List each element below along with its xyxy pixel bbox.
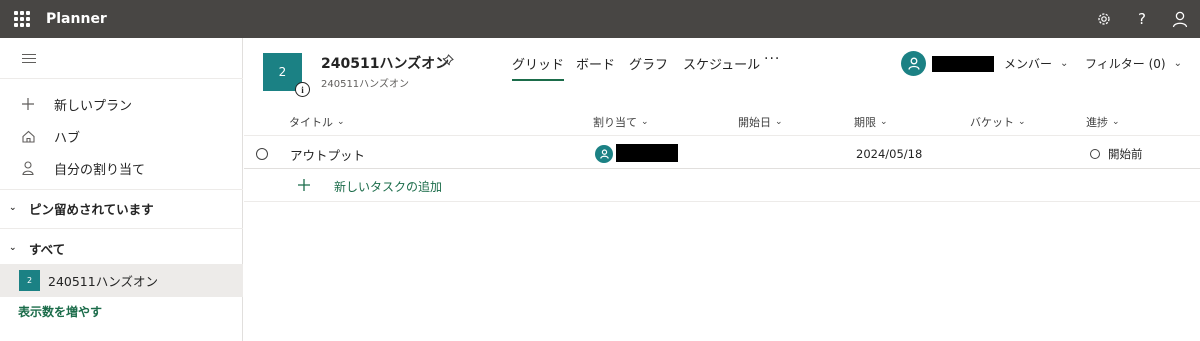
app-header: Planner ? (0, 0, 1200, 38)
grid-header: タイトル ⌄ 割り当て ⌄ 開始日 ⌄ 期限 ⌄ バケット ⌄ 進捗 ⌄ (244, 108, 1200, 136)
sidebar-item-hub[interactable]: ハブ (0, 121, 243, 151)
app-launcher-icon[interactable] (14, 11, 30, 27)
all-section-toggle[interactable]: ⌄ すべて (0, 235, 243, 261)
table-row[interactable]: アウトプット 2024/05/18 開始前 (244, 137, 1200, 169)
sidebar-plan-label: 240511ハンズオン (48, 274, 158, 289)
members-label: メンバー (1004, 57, 1053, 71)
task-title[interactable]: アウトプット (290, 145, 365, 164)
sidebar-item-label: ハブ (54, 130, 81, 146)
help-icon[interactable]: ? (1131, 8, 1153, 30)
plan-subtitle: 240511ハンズオン (321, 79, 409, 90)
add-task-row[interactable]: 新しいタスクの追加 (244, 170, 1200, 202)
tab-grid[interactable]: グリッド (512, 54, 565, 81)
chevron-down-icon: ⌄ (1060, 58, 1069, 69)
column-header-title[interactable]: タイトル ⌄ (289, 114, 345, 130)
chevron-down-icon: ⌄ (1173, 58, 1182, 69)
progress-label: 開始前 (1108, 147, 1143, 161)
more-views-button[interactable]: ··· (764, 51, 780, 67)
home-icon (20, 130, 36, 143)
gear-icon[interactable] (1093, 8, 1115, 30)
info-icon[interactable]: i (295, 82, 310, 97)
sidebar-item-label: 自分の割り当て (54, 162, 146, 178)
chevron-down-icon: ⌄ (775, 117, 783, 127)
pinned-section-label: ピン留めされています (29, 201, 154, 217)
not-started-icon (1090, 149, 1100, 159)
column-label: 開始日 (738, 116, 771, 129)
column-label: バケット (970, 116, 1014, 129)
chevron-down-icon: ⌄ (337, 117, 345, 127)
pin-icon[interactable] (441, 54, 454, 70)
assignee-avatar[interactable] (595, 145, 613, 163)
redacted-assignee-name (616, 144, 678, 162)
sidebar-divider (0, 228, 243, 229)
chevron-down-icon: ⌄ (9, 243, 17, 253)
complete-task-checkbox[interactable] (256, 148, 268, 160)
redacted-member-name (932, 56, 994, 72)
tab-schedule[interactable]: スケジュール (683, 54, 760, 73)
sidebar-item-label: 新しいプラン (54, 98, 133, 114)
column-header-progress[interactable]: 進捗 ⌄ (1086, 114, 1120, 130)
plan-title: 240511ハンズオン (321, 56, 450, 72)
column-label: タイトル (289, 116, 333, 129)
members-button[interactable]: メンバー ⌄ (1004, 55, 1068, 72)
add-task-label[interactable]: 新しいタスクの追加 (334, 178, 442, 195)
task-due-date[interactable]: 2024/05/18 (856, 147, 922, 161)
task-progress[interactable]: 開始前 (1090, 146, 1143, 162)
sidebar-divider (0, 189, 243, 190)
app-title[interactable]: Planner (46, 11, 107, 27)
column-header-assigned[interactable]: 割り当て ⌄ (593, 114, 649, 130)
member-avatar[interactable] (901, 51, 926, 76)
pinned-section-toggle[interactable]: ⌄ ピン留めされています (0, 195, 243, 221)
column-header-due-date[interactable]: 期限 ⌄ (854, 114, 888, 130)
show-more-link[interactable]: 表示数を増やす (18, 303, 102, 320)
column-header-start-date[interactable]: 開始日 ⌄ (738, 114, 783, 130)
sidebar-item-plan[interactable]: 2 240511ハンズオン (0, 264, 243, 297)
plan-tile-icon: 2 (19, 270, 40, 291)
chevron-down-icon: ⌄ (9, 203, 17, 213)
person-icon (20, 161, 36, 175)
plus-icon (20, 98, 36, 110)
chevron-down-icon: ⌄ (641, 117, 649, 127)
column-label: 進捗 (1086, 116, 1108, 129)
plus-icon (298, 175, 310, 196)
tab-board[interactable]: ボード (576, 54, 615, 73)
chevron-down-icon: ⌄ (1018, 117, 1026, 127)
column-header-bucket[interactable]: バケット ⌄ (970, 114, 1026, 130)
chevron-down-icon: ⌄ (880, 117, 888, 127)
filter-button[interactable]: フィルター (0) ⌄ (1085, 55, 1182, 72)
hamburger-menu-icon[interactable] (22, 54, 36, 64)
account-icon[interactable] (1169, 8, 1191, 30)
column-label: 割り当て (593, 116, 637, 129)
tab-charts[interactable]: グラフ (629, 54, 668, 73)
sidebar-item-my-assignments[interactable]: 自分の割り当て (0, 153, 243, 183)
sidebar: 新しいプラン ハブ 自分の割り当て ⌄ ピン留めされています ⌄ すべて 2 2… (0, 38, 243, 341)
all-section-label: すべて (29, 241, 66, 257)
chevron-down-icon: ⌄ (1112, 117, 1120, 127)
filter-label: フィルター (0) (1085, 57, 1166, 71)
main-content: 2 i 240511ハンズオン 240511ハンズオン グリッド ボード グラフ… (244, 38, 1200, 341)
sidebar-item-new-plan[interactable]: 新しいプラン (0, 89, 243, 119)
column-label: 期限 (854, 116, 876, 129)
sidebar-divider (0, 78, 243, 79)
